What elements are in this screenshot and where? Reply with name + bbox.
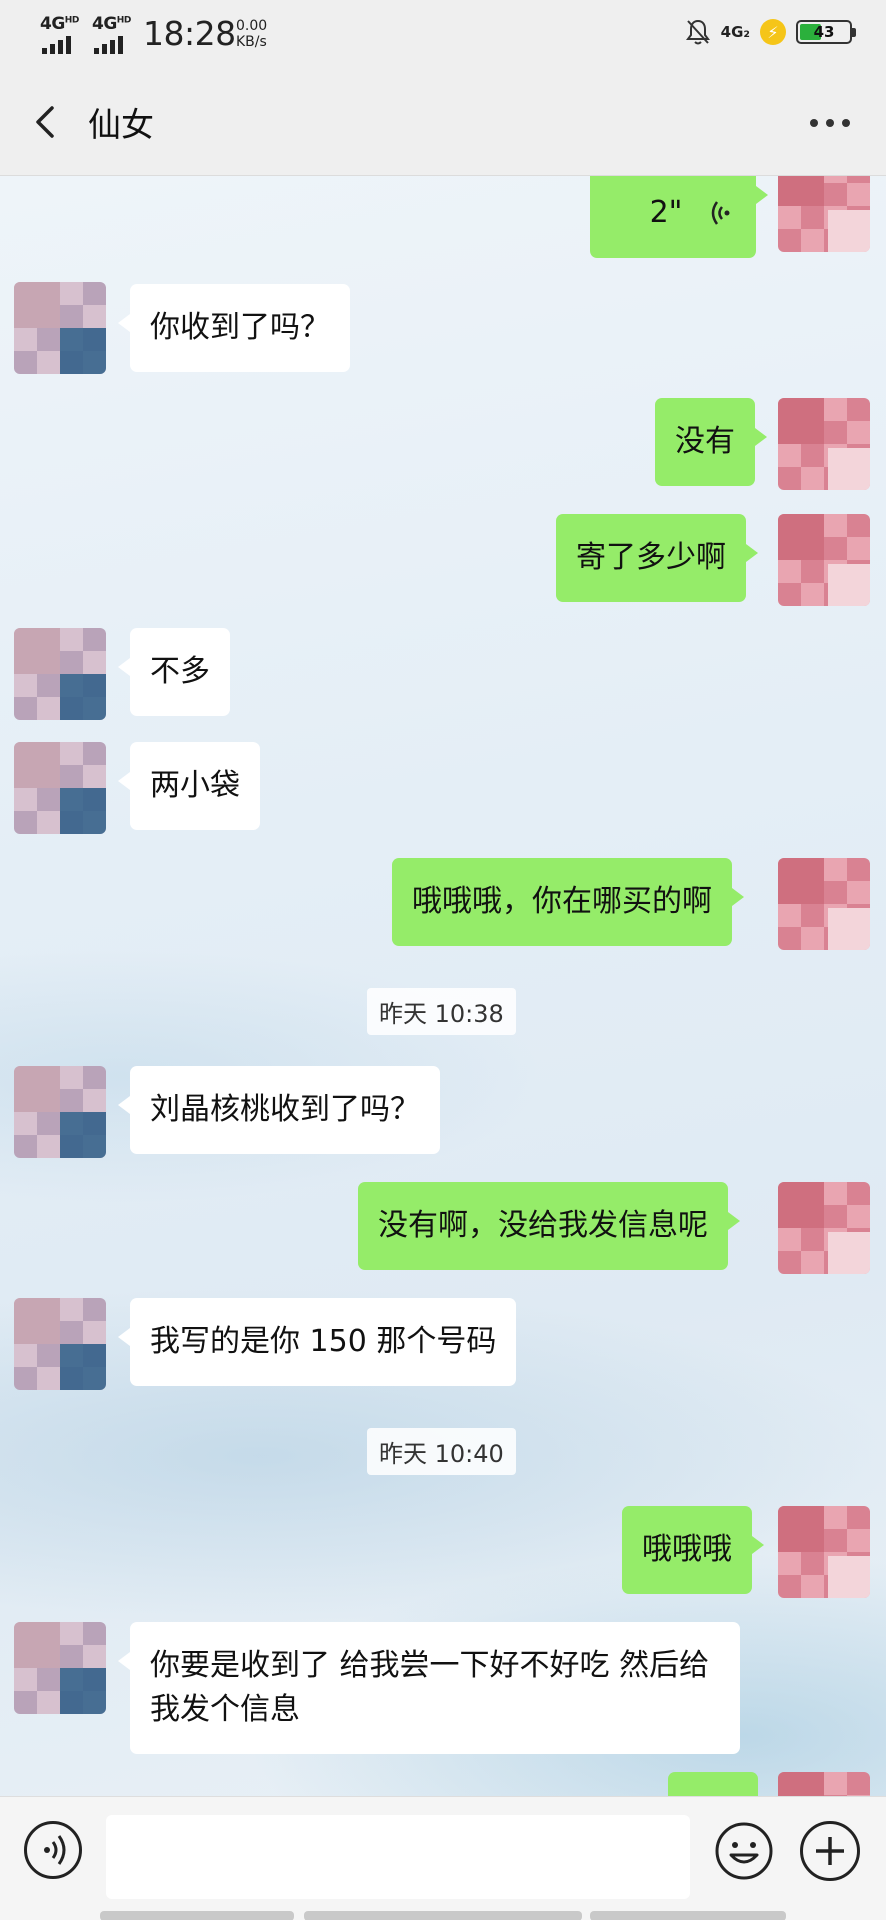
self-avatar[interactable] xyxy=(778,1506,870,1598)
self-avatar[interactable] xyxy=(778,398,870,490)
voice-wave-icon xyxy=(711,200,730,225)
voice-input-icon[interactable] xyxy=(24,1821,82,1879)
self-avatar[interactable] xyxy=(778,858,870,950)
speed-value: 0.00 xyxy=(236,18,268,34)
message-bubble-outgoing[interactable]: 哦哦哦 xyxy=(622,1506,764,1594)
more-dots-icon[interactable] xyxy=(800,108,860,138)
contact-avatar[interactable] xyxy=(14,1622,106,1714)
self-avatar[interactable] xyxy=(778,1182,870,1274)
chat-header: 仙女 xyxy=(0,68,886,176)
voice-duration: 2" xyxy=(649,194,683,230)
signal-bars-icon xyxy=(94,36,123,54)
message-bubble-incoming[interactable]: 不多 xyxy=(118,628,230,716)
voice-message-bubble[interactable]: 2" xyxy=(590,176,768,258)
message-bubble-incoming[interactable]: 刘晶核桃收到了吗？ xyxy=(118,1066,440,1154)
sim2-label: 4G xyxy=(92,14,117,34)
clock: 18:28 xyxy=(143,14,236,53)
self-avatar[interactable] xyxy=(778,1772,870,1796)
message-bubble-outgoing[interactable]: 哦哦哦，你在哪买的啊 xyxy=(392,858,744,946)
message-bubble-outgoing[interactable]: 寄了多少啊 xyxy=(556,514,758,602)
message-bubble-incoming[interactable]: 我写的是你 150 那个号码 xyxy=(117,1298,517,1386)
emoji-icon[interactable] xyxy=(714,1821,774,1881)
message-bubble-outgoing[interactable]: 没有 xyxy=(655,398,767,486)
timestamp: 昨天 10:38 xyxy=(367,988,516,1035)
nav-bar-segment xyxy=(304,1911,582,1920)
sim1-sup: HD xyxy=(64,15,80,26)
plus-icon xyxy=(816,1837,844,1865)
nav-bar-segment xyxy=(100,1911,294,1920)
network-type: 4G₂ xyxy=(720,23,750,41)
voice-wave-icon xyxy=(44,1835,66,1865)
contact-avatar[interactable] xyxy=(14,282,106,374)
network-speed: 0.00 KB/s xyxy=(236,18,267,50)
chat-area[interactable]: 2" 你收到了吗？ 没有 寄了多少啊 不多 两小袋 哦哦哦，你在哪买的啊 昨天 … xyxy=(0,176,886,1796)
chevron-left-icon[interactable] xyxy=(22,98,70,146)
message-bubble-outgoing-partial[interactable] xyxy=(668,1772,758,1796)
message-bubble-outgoing[interactable]: 没有啊，没给我发信息呢 xyxy=(358,1182,740,1270)
sim2-sup: HD xyxy=(116,15,132,26)
message-input[interactable] xyxy=(106,1815,690,1899)
signal-bars-icon xyxy=(42,36,71,54)
self-avatar[interactable] xyxy=(778,514,870,606)
sim1-label: 4G xyxy=(40,14,65,34)
contact-avatar[interactable] xyxy=(14,628,106,720)
speed-unit: KB/s xyxy=(236,34,267,50)
status-bar: 4GHD 4GHD 18:28 0.00 KB/s 4G₂ ⚡ 43 xyxy=(0,0,886,68)
message-bubble-incoming[interactable]: 两小袋 xyxy=(118,742,260,830)
battery-icon: 43 xyxy=(796,20,856,44)
charging-icon: ⚡ xyxy=(760,19,786,45)
message-bubble-incoming[interactable]: 你收到了吗？ xyxy=(118,284,350,372)
self-avatar[interactable] xyxy=(778,176,870,252)
timestamp: 昨天 10:40 xyxy=(367,1428,516,1475)
nav-bar-segment xyxy=(590,1911,786,1920)
input-bar xyxy=(0,1796,886,1920)
chat-title: 仙女 xyxy=(88,105,154,144)
contact-avatar[interactable] xyxy=(14,1298,106,1390)
contact-avatar[interactable] xyxy=(14,1066,106,1158)
contact-avatar[interactable] xyxy=(14,742,106,834)
add-icon[interactable] xyxy=(800,1821,860,1881)
bell-off-icon xyxy=(685,19,710,45)
battery-level: 43 xyxy=(813,23,835,41)
message-bubble-incoming[interactable]: 你要是收到了 给我尝一下好不好吃 然后给我发个信息 xyxy=(118,1622,740,1754)
